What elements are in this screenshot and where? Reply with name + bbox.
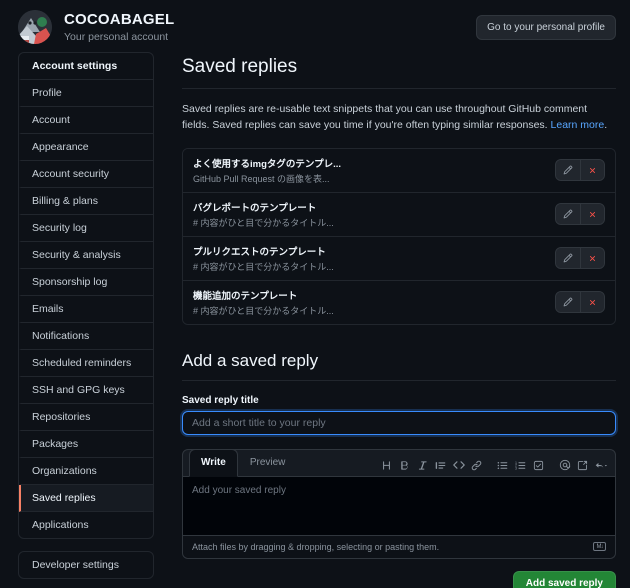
- saved-reply-texts: プルリクエストのテンプレート # 内容がひと目で分かるタイトル...: [193, 244, 555, 273]
- saved-reply-title-label: Saved reply title: [182, 394, 259, 406]
- settings-sidebar: Account settings Profile Account Appeara…: [18, 52, 154, 588]
- table-row[interactable]: よく使用するimgタグのテンプレ... GitHub Pull Request …: [183, 148, 615, 193]
- nav-group-developer: Developer settings: [18, 551, 154, 579]
- delete-saved-reply-button[interactable]: [580, 204, 604, 225]
- learn-more-link[interactable]: Learn more: [551, 119, 605, 131]
- main-content: Saved replies Saved replies are re-usabl…: [154, 52, 616, 588]
- sidebar-item-saved-replies[interactable]: Saved replies: [19, 485, 153, 512]
- sidebar-item-appearance[interactable]: Appearance: [19, 134, 153, 161]
- svg-text:3: 3: [515, 466, 517, 470]
- table-row[interactable]: プルリクエストのテンプレート # 内容がひと目で分かるタイトル...: [183, 236, 615, 281]
- add-saved-reply-title: Add a saved reply: [182, 351, 616, 381]
- link-icon[interactable]: [468, 457, 485, 474]
- edit-saved-reply-button[interactable]: [556, 248, 580, 269]
- attach-files-text: Attach files by dragging & dropping, sel…: [192, 541, 440, 552]
- saved-reply-body-textarea[interactable]: [183, 476, 615, 535]
- saved-reply-title: プルリクエストのテンプレート: [193, 246, 326, 258]
- form-actions: Add saved reply: [182, 570, 616, 588]
- markdown-icon: M↓: [593, 542, 606, 552]
- tab-preview[interactable]: Preview: [238, 449, 298, 477]
- sidebar-item-ssh-gpg-keys[interactable]: SSH and GPG keys: [19, 377, 153, 404]
- saved-reply-title: よく使用するimgタグのテンプレ...: [193, 158, 342, 170]
- attach-files-bar[interactable]: Attach files by dragging & dropping, sel…: [183, 534, 615, 558]
- ordered-list-icon[interactable]: 123: [512, 457, 529, 474]
- mention-icon[interactable]: [556, 457, 573, 474]
- sidebar-item-security-log[interactable]: Security log: [19, 215, 153, 242]
- sidebar-item-profile[interactable]: Profile: [19, 80, 153, 107]
- bold-icon[interactable]: [396, 457, 413, 474]
- sidebar-item-packages[interactable]: Packages: [19, 431, 153, 458]
- italic-icon[interactable]: [414, 457, 431, 474]
- sidebar-item-developer-settings[interactable]: Developer settings: [19, 552, 153, 578]
- edit-saved-reply-button[interactable]: [556, 292, 580, 313]
- sidebar-item-sponsorship-log[interactable]: Sponsorship log: [19, 269, 153, 296]
- account-info: COCOABAGEL Your personal account: [64, 11, 174, 42]
- account-header: COCOABAGEL Your personal account Go to y…: [0, 0, 630, 52]
- sidebar-item-organizations[interactable]: Organizations: [19, 458, 153, 485]
- sidebar-header-account-settings: Account settings: [19, 53, 153, 80]
- saved-reply-body: # 内容がひと目で分かるタイトル...: [193, 217, 334, 228]
- description-text-end: .: [604, 119, 608, 132]
- sidebar-item-account-security[interactable]: Account security: [19, 161, 153, 188]
- saved-reply-title-input[interactable]: [182, 410, 616, 435]
- code-icon[interactable]: [450, 457, 467, 474]
- editor-body: Attach files by dragging & dropping, sel…: [182, 476, 616, 559]
- delete-saved-reply-button[interactable]: [580, 292, 604, 313]
- editor-toolbar: Write Preview 1 2 3: [182, 448, 616, 477]
- sidebar-item-emails[interactable]: Emails: [19, 296, 153, 323]
- delete-saved-reply-button[interactable]: [580, 248, 604, 269]
- cross-reference-icon[interactable]: [574, 457, 591, 474]
- saved-reply-title: 機能追加のテンプレート: [193, 290, 298, 302]
- sidebar-item-repositories[interactable]: Repositories: [19, 404, 153, 431]
- delete-saved-reply-button[interactable]: [580, 160, 604, 181]
- table-row[interactable]: バグレポートのテンプレート # 内容がひと目で分かるタイトル...: [183, 192, 615, 237]
- unordered-list-icon[interactable]: [494, 457, 511, 474]
- saved-replies-icon[interactable]: [592, 457, 609, 474]
- page-title: Saved replies: [182, 52, 616, 89]
- task-list-icon[interactable]: [530, 457, 547, 474]
- saved-replies-settings-page: COCOABAGEL Your personal account Go to y…: [0, 0, 630, 588]
- sidebar-item-notifications[interactable]: Notifications: [19, 323, 153, 350]
- sidebar-item-account[interactable]: Account: [19, 107, 153, 134]
- table-row[interactable]: 機能追加のテンプレート # 内容がひと目で分かるタイトル...: [183, 280, 615, 324]
- saved-reply-body: GitHub Pull Request の画像を表...: [193, 173, 330, 184]
- page-description: Saved replies are re-usable text snippet…: [182, 101, 616, 134]
- editor-tabs: Write Preview: [189, 448, 298, 477]
- avatar[interactable]: [18, 10, 52, 44]
- saved-reply-title: バグレポートのテンプレート: [193, 202, 317, 214]
- account-name: COCOABAGEL: [64, 11, 175, 29]
- saved-reply-body: # 内容がひと目で分かるタイトル...: [193, 261, 334, 272]
- saved-replies-list: よく使用するimgタグのテンプレ... GitHub Pull Request …: [182, 147, 616, 325]
- saved-reply-texts: バグレポートのテンプレート # 内容がひと目で分かるタイトル...: [193, 200, 555, 229]
- saved-reply-texts: よく使用するimgタグのテンプレ... GitHub Pull Request …: [193, 156, 555, 185]
- description-text: Saved replies are re-usable text snippet…: [182, 103, 588, 132]
- sidebar-item-billing-plans[interactable]: Billing & plans: [19, 188, 153, 215]
- nav-group-account: Account settings Profile Account Appeara…: [18, 52, 154, 539]
- row-action-group: [555, 247, 605, 270]
- row-action-group: [555, 291, 605, 314]
- sidebar-item-security-analysis[interactable]: Security & analysis: [19, 242, 153, 269]
- edit-saved-reply-button[interactable]: [556, 160, 580, 181]
- saved-reply-texts: 機能追加のテンプレート # 内容がひと目で分かるタイトル...: [193, 288, 555, 317]
- markdown-toolbar: 123: [378, 457, 609, 476]
- go-to-profile-button[interactable]: Go to your personal profile: [476, 14, 616, 40]
- sidebar-item-applications[interactable]: Applications: [19, 512, 153, 538]
- add-saved-reply-button[interactable]: Add saved reply: [512, 570, 616, 588]
- edit-saved-reply-button[interactable]: [556, 204, 580, 225]
- markdown-editor: Write Preview 1 2 3 Add your saved reply…: [182, 448, 616, 559]
- row-action-group: [555, 203, 605, 226]
- sidebar-item-scheduled-reminders[interactable]: Scheduled reminders: [19, 350, 153, 377]
- account-subtitle: Your personal account: [64, 30, 169, 43]
- saved-reply-body: # 内容がひと目で分かるタイトル...: [193, 305, 334, 316]
- heading-icon[interactable]: [378, 457, 395, 474]
- tab-write[interactable]: Write: [189, 448, 238, 477]
- row-action-group: [555, 159, 605, 182]
- quote-icon[interactable]: [432, 457, 449, 474]
